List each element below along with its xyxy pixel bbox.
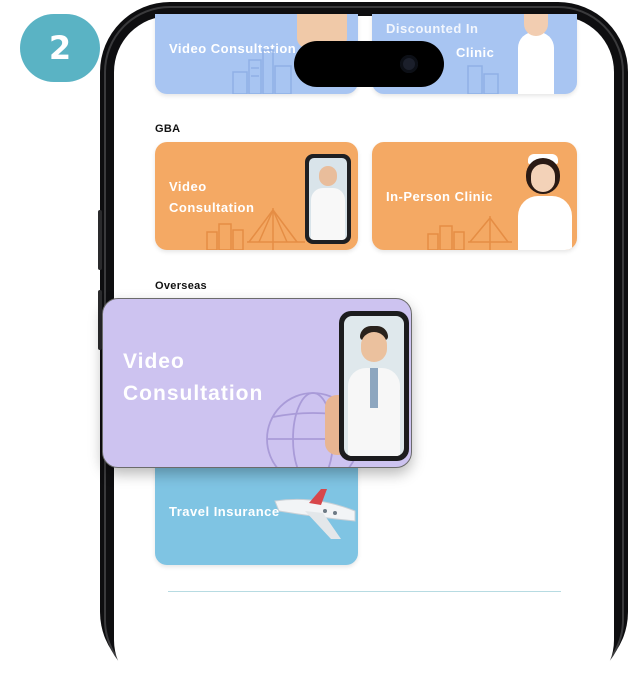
doctor-phone-image: [339, 311, 409, 461]
section-divider: [168, 591, 561, 592]
nurse-image: [512, 150, 576, 250]
card-title-line1: Video: [123, 350, 185, 373]
step-number-badge: 2: [20, 14, 100, 82]
travel-insurance-card[interactable]: Travel Insurance: [155, 455, 358, 565]
section-label-overseas: Overseas: [155, 280, 207, 292]
card-title-line2: Consultation: [123, 382, 264, 405]
nurse-image: [502, 14, 572, 94]
section-label-gba: GBA: [155, 123, 181, 135]
gba-video-consultation-card[interactable]: Video Consultation: [155, 142, 358, 250]
doctor-phone-image: [305, 154, 351, 244]
camera-icon: [400, 55, 418, 73]
phone-side-button: [98, 210, 102, 270]
airplane-icon: [274, 489, 356, 539]
overseas-video-consultation-card-zoomed[interactable]: Video Consultation: [102, 298, 412, 468]
dynamic-island: [294, 41, 444, 87]
gba-in-person-clinic-card[interactable]: In-Person Clinic: [372, 142, 577, 250]
